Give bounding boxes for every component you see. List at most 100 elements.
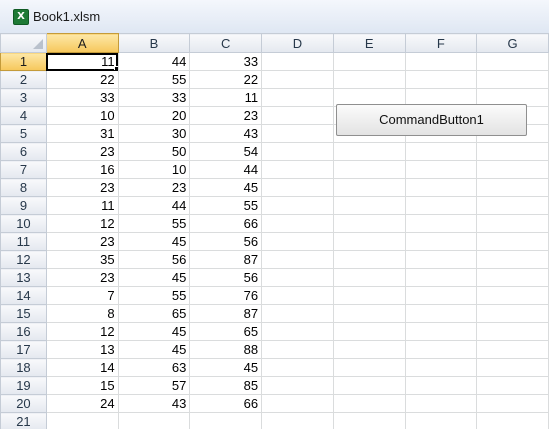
cell-e11[interactable] [332, 232, 406, 251]
column-header-a[interactable]: A [45, 33, 119, 53]
row-header-17[interactable]: 17 [0, 340, 47, 359]
cell-a6[interactable]: 23 [45, 142, 119, 161]
column-header-b[interactable]: B [117, 33, 191, 53]
cell-e6[interactable] [332, 142, 406, 161]
cell-c2[interactable]: 22 [189, 70, 263, 89]
cell-a19[interactable]: 15 [45, 376, 119, 395]
cell-a13[interactable]: 23 [45, 268, 119, 287]
cell-a16[interactable]: 12 [45, 322, 119, 341]
cell-b8[interactable]: 23 [117, 178, 191, 197]
cell-a15[interactable]: 8 [45, 304, 119, 323]
cell-g16[interactable] [476, 322, 549, 341]
cell-f2[interactable] [404, 70, 478, 89]
cell-b13[interactable]: 45 [117, 268, 191, 287]
cell-b21[interactable] [117, 412, 191, 429]
cell-f1[interactable] [404, 52, 478, 71]
cell-e7[interactable] [332, 160, 406, 179]
cell-d13[interactable] [261, 268, 334, 287]
cell-e20[interactable] [332, 394, 406, 413]
cell-c14[interactable]: 76 [189, 286, 263, 305]
cell-f19[interactable] [404, 376, 478, 395]
column-header-f[interactable]: F [404, 33, 478, 53]
cell-c18[interactable]: 45 [189, 358, 263, 377]
cell-g21[interactable] [476, 412, 549, 429]
cell-g9[interactable] [476, 196, 549, 215]
cell-a8[interactable]: 23 [45, 178, 119, 197]
cell-g17[interactable] [476, 340, 549, 359]
column-header-d[interactable]: D [261, 33, 334, 53]
cell-g12[interactable] [476, 250, 549, 269]
cell-c4[interactable]: 23 [189, 106, 263, 125]
cell-g15[interactable] [476, 304, 549, 323]
cell-b2[interactable]: 55 [117, 70, 191, 89]
cell-a20[interactable]: 24 [45, 394, 119, 413]
cell-c1[interactable]: 33 [189, 52, 263, 71]
cell-b19[interactable]: 57 [117, 376, 191, 395]
row-header-1[interactable]: 1 [0, 52, 47, 71]
command-button[interactable]: CommandButton1 [336, 104, 527, 136]
cell-a2[interactable]: 22 [45, 70, 119, 89]
cell-e14[interactable] [332, 286, 406, 305]
cell-c15[interactable]: 87 [189, 304, 263, 323]
cell-f9[interactable] [404, 196, 478, 215]
cell-g11[interactable] [476, 232, 549, 251]
cell-d6[interactable] [261, 142, 334, 161]
cell-d21[interactable] [261, 412, 334, 429]
cell-a12[interactable]: 35 [45, 250, 119, 269]
cell-d20[interactable] [261, 394, 334, 413]
cell-c20[interactable]: 66 [189, 394, 263, 413]
cell-a10[interactable]: 12 [45, 214, 119, 233]
cell-f6[interactable] [404, 142, 478, 161]
cell-c8[interactable]: 45 [189, 178, 263, 197]
cell-b4[interactable]: 20 [117, 106, 191, 125]
cell-g6[interactable] [476, 142, 549, 161]
cell-g1[interactable] [476, 52, 549, 71]
cell-d17[interactable] [261, 340, 334, 359]
cell-e10[interactable] [332, 214, 406, 233]
select-all-corner[interactable] [0, 33, 47, 53]
cell-b11[interactable]: 45 [117, 232, 191, 251]
cell-c13[interactable]: 56 [189, 268, 263, 287]
column-header-e[interactable]: E [332, 33, 406, 53]
cell-d12[interactable] [261, 250, 334, 269]
cell-b5[interactable]: 30 [117, 124, 191, 143]
cell-g19[interactable] [476, 376, 549, 395]
column-header-g[interactable]: G [476, 33, 549, 53]
cell-b10[interactable]: 55 [117, 214, 191, 233]
cell-e16[interactable] [332, 322, 406, 341]
cell-f11[interactable] [404, 232, 478, 251]
cell-g14[interactable] [476, 286, 549, 305]
row-header-14[interactable]: 14 [0, 286, 47, 305]
cell-c10[interactable]: 66 [189, 214, 263, 233]
cell-f15[interactable] [404, 304, 478, 323]
cell-e2[interactable] [332, 70, 406, 89]
cell-c5[interactable]: 43 [189, 124, 263, 143]
cell-c19[interactable]: 85 [189, 376, 263, 395]
cell-b9[interactable]: 44 [117, 196, 191, 215]
cell-d10[interactable] [261, 214, 334, 233]
cell-a4[interactable]: 10 [45, 106, 119, 125]
cell-g10[interactable] [476, 214, 549, 233]
row-header-18[interactable]: 18 [0, 358, 47, 377]
cell-e17[interactable] [332, 340, 406, 359]
row-header-2[interactable]: 2 [0, 70, 47, 89]
row-header-13[interactable]: 13 [0, 268, 47, 287]
cell-e8[interactable] [332, 178, 406, 197]
cell-e12[interactable] [332, 250, 406, 269]
cell-d11[interactable] [261, 232, 334, 251]
cell-d15[interactable] [261, 304, 334, 323]
row-header-6[interactable]: 6 [0, 142, 47, 161]
row-header-12[interactable]: 12 [0, 250, 47, 269]
cell-d7[interactable] [261, 160, 334, 179]
cell-b16[interactable]: 45 [117, 322, 191, 341]
cell-d2[interactable] [261, 70, 334, 89]
cell-b1[interactable]: 44 [117, 52, 191, 71]
cell-f8[interactable] [404, 178, 478, 197]
cell-a7[interactable]: 16 [45, 160, 119, 179]
row-header-16[interactable]: 16 [0, 322, 47, 341]
cell-c17[interactable]: 88 [189, 340, 263, 359]
cell-f16[interactable] [404, 322, 478, 341]
cell-c21[interactable] [189, 412, 263, 429]
cell-b3[interactable]: 33 [117, 88, 191, 107]
cell-f21[interactable] [404, 412, 478, 429]
